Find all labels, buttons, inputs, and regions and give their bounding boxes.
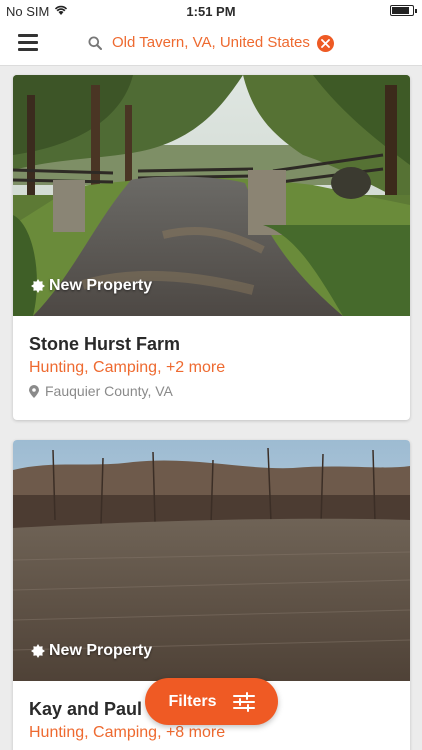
menu-icon[interactable] xyxy=(18,34,38,51)
listing-title[interactable]: Kay and Paul xyxy=(29,699,142,720)
starburst-icon xyxy=(31,644,45,658)
listing-activities: Hunting, Camping, +8 more xyxy=(29,724,226,741)
listing-card[interactable]: New Property Stone Hurst Farm Hunting, C… xyxy=(13,75,410,420)
location-pin-icon xyxy=(29,384,39,398)
listing-location: Fauquier County, VA xyxy=(29,383,173,399)
listing-activities: Hunting, Camping, +2 more xyxy=(29,359,226,376)
battery-icon xyxy=(390,5,417,16)
starburst-icon xyxy=(31,279,45,293)
listing-title[interactable]: Stone Hurst Farm xyxy=(29,334,180,355)
filters-label: Filters xyxy=(168,692,217,710)
search-header: Old Tavern, VA, United States xyxy=(0,22,422,66)
search-icon xyxy=(88,36,102,50)
clear-icon[interactable] xyxy=(317,35,334,52)
badge-label: New Property xyxy=(49,277,153,294)
clock: 1:51 PM xyxy=(186,4,236,19)
search-input[interactable]: Old Tavern, VA, United States xyxy=(112,34,310,51)
new-property-badge: New Property xyxy=(31,642,152,660)
sliders-icon xyxy=(232,691,255,712)
status-bar: No SIM 1:51 PM xyxy=(0,0,422,22)
badge-label: New Property xyxy=(49,642,153,659)
filters-button[interactable]: Filters xyxy=(145,678,278,725)
new-property-badge: New Property xyxy=(31,277,152,295)
location-label: Fauquier County, VA xyxy=(45,383,173,399)
battery-level xyxy=(392,7,409,14)
